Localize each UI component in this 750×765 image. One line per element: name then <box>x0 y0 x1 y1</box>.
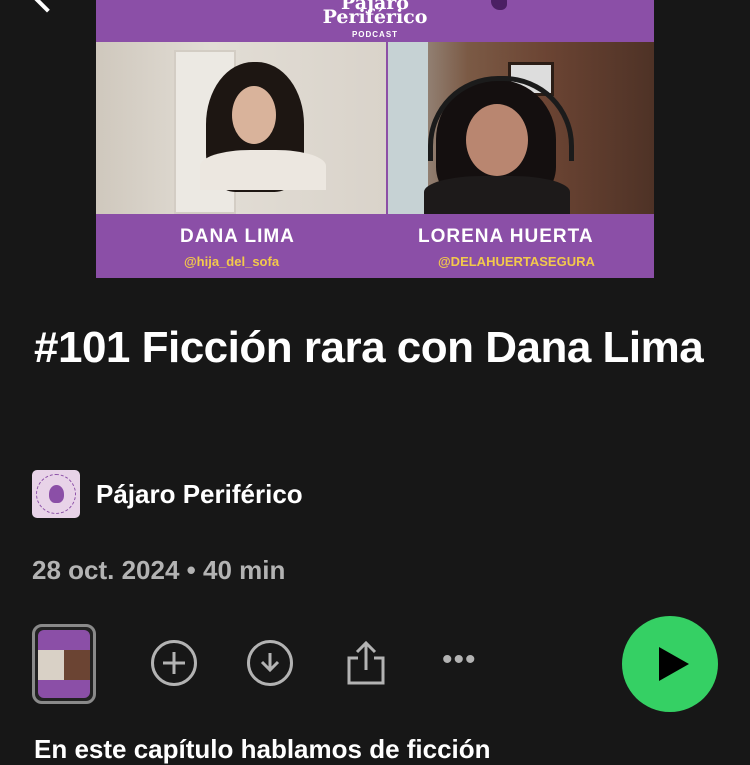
add-button[interactable] <box>151 640 197 686</box>
episode-thumbnail[interactable] <box>32 624 96 704</box>
episode-title: #101 Ficción rara con Dana Lima <box>34 323 704 372</box>
thumbnail-feed-left <box>38 650 64 680</box>
episode-cover-image: Pájaro Periférico PODCAST DANA LIMA @hij… <box>96 0 654 278</box>
show-name-link[interactable]: Pájaro Periférico <box>96 479 303 510</box>
share-button[interactable] <box>346 640 386 686</box>
play-button[interactable] <box>622 616 718 712</box>
download-button[interactable] <box>247 640 293 686</box>
guest1-body <box>200 150 326 190</box>
guest1-face <box>232 86 276 144</box>
download-icon <box>260 653 280 673</box>
guest2-name: LORENA HUERTA <box>418 226 594 247</box>
guest1-handle: @hija_del_sofa <box>184 254 280 269</box>
thumbnail-art <box>38 630 90 698</box>
cover-brand-line2: Periférico <box>322 6 428 28</box>
share-icon <box>347 640 385 685</box>
guest2-body <box>424 176 570 216</box>
window-background <box>388 42 428 214</box>
back-chevron-icon[interactable] <box>31 0 63 13</box>
guest2-handle: @DELAHUERTASEGURA <box>438 254 595 269</box>
thumbnail-feed-right <box>64 650 90 680</box>
cover-brand-sub: PODCAST <box>351 30 399 39</box>
episode-meta: 28 oct. 2024 • 40 min <box>32 555 286 585</box>
bird-logo-icon <box>49 485 64 503</box>
more-options-button[interactable]: ••• <box>442 645 477 675</box>
guest1-name: DANA LIMA <box>180 226 295 247</box>
show-avatar[interactable] <box>32 470 80 518</box>
